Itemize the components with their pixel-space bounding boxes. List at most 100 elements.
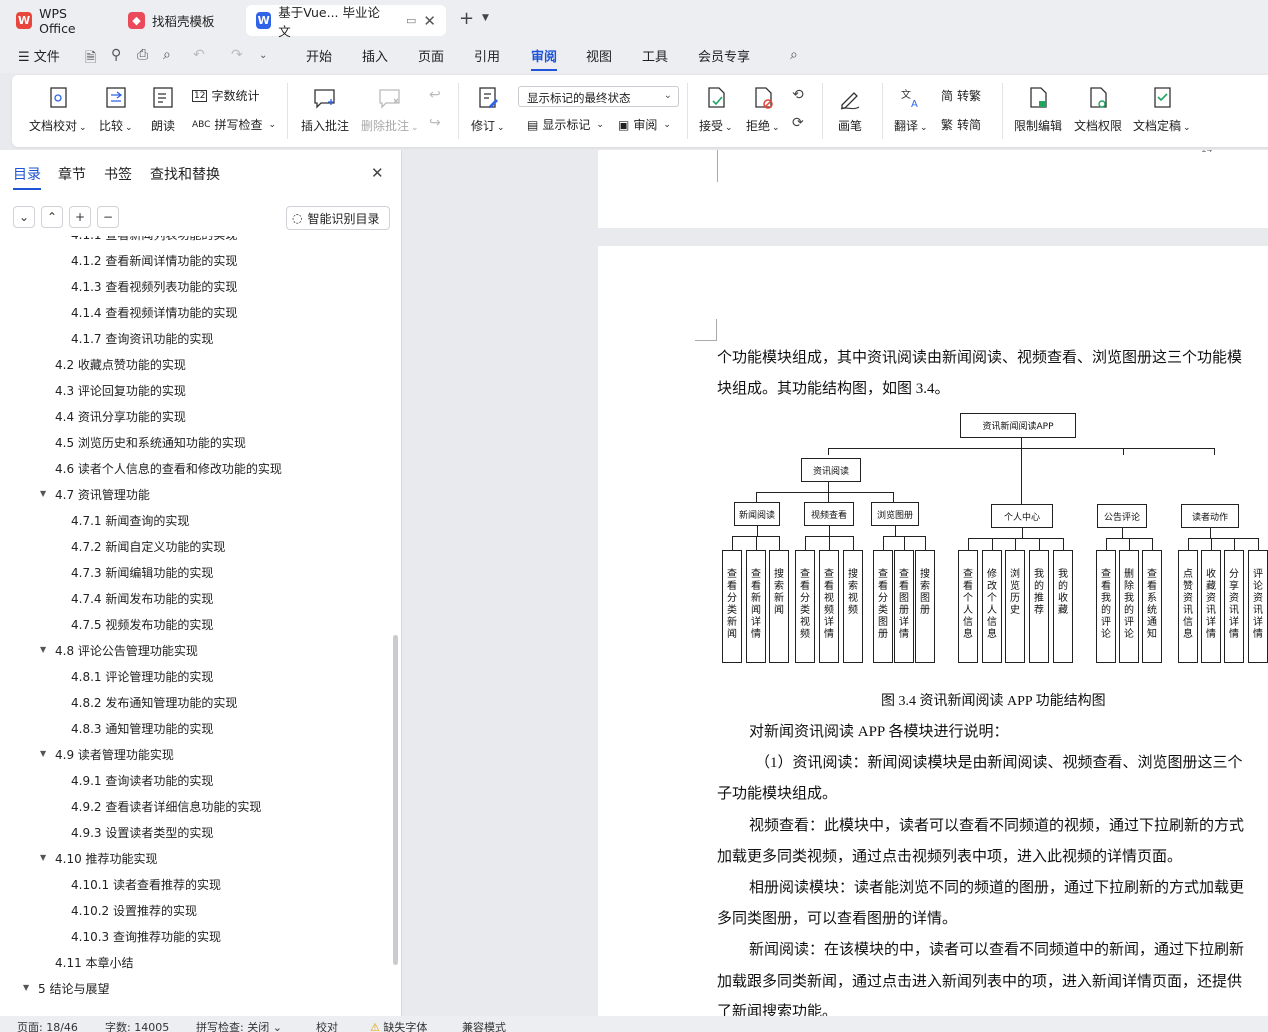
- expand-triangle-icon[interactable]: ▼: [23, 983, 29, 992]
- next-change-icon[interactable]: ⟳: [792, 115, 804, 131]
- toc-item[interactable]: 4.7.5 视频发布功能的实现: [71, 616, 213, 633]
- menu-review[interactable]: 审阅: [531, 46, 558, 71]
- expand-triangle-icon[interactable]: ▼: [40, 853, 46, 862]
- add-heading-button[interactable]: +: [69, 206, 91, 228]
- restrict-edit-button[interactable]: 限制编辑: [1014, 85, 1062, 134]
- toc-item[interactable]: 4.4 资讯分享功能的实现: [55, 408, 186, 425]
- menu-insert[interactable]: 插入: [362, 46, 388, 65]
- toc-item[interactable]: 4.8.3 通知管理功能的实现: [71, 720, 213, 737]
- menu-tools[interactable]: 工具: [642, 46, 668, 65]
- tab-find-replace[interactable]: 查找和替换: [150, 164, 220, 184]
- toc-item[interactable]: 4.8.1 评论管理功能的实现: [71, 668, 213, 685]
- toc-item[interactable]: 4.7.2 新闻自定义功能的实现: [71, 538, 225, 555]
- smart-toc-button[interactable]: ◌ 智能识别目录: [286, 206, 390, 230]
- toc-item[interactable]: 4.11 本章小结: [55, 954, 134, 971]
- show-markup-button[interactable]: ▤ 显示标记 ⌄: [527, 116, 604, 133]
- pen-button[interactable]: 画笔: [837, 85, 863, 134]
- paragraph-line: 加载跟多同类新闻，通过点击进入新闻列表中的项，进入新闻详情页面，还提供: [717, 974, 1243, 990]
- toc-item[interactable]: 4.1.3 查看视频列表功能的实现: [71, 278, 237, 295]
- file-menu[interactable]: ☰ 文件: [18, 46, 60, 65]
- tab-wps-office[interactable]: W WPS Office: [6, 5, 114, 36]
- next-comment-icon[interactable]: ↪: [429, 115, 441, 131]
- share-icon[interactable]: ⚲: [111, 47, 121, 63]
- accept-button[interactable]: 接受 ⌄: [699, 85, 733, 134]
- remove-heading-button[interactable]: −: [97, 206, 119, 228]
- tab-sections[interactable]: 章节: [58, 164, 86, 184]
- search-icon[interactable]: ⌕: [790, 47, 798, 63]
- toc-item[interactable]: 4.10.1 读者查看推荐的实现: [71, 876, 221, 893]
- chevron-down-icon[interactable]: ▼: [482, 13, 489, 23]
- insert-comment-button[interactable]: 插入批注: [301, 85, 349, 134]
- toc-item[interactable]: 4.7.4 新闻发布功能的实现: [71, 590, 213, 607]
- new-tab-icon[interactable]: +: [459, 8, 474, 29]
- redo-icon[interactable]: ↷: [231, 47, 243, 63]
- toc-item[interactable]: 4.10 推荐功能实现: [55, 850, 158, 867]
- spell-check-button[interactable]: ABC 拼写检查 ⌄: [192, 116, 276, 133]
- tab-toc[interactable]: 目录: [13, 164, 41, 190]
- toc-item[interactable]: 4.5 浏览历史和系统通知功能的实现: [55, 434, 246, 451]
- toc-item[interactable]: 4.1.1 查看新闻列表功能的实现: [71, 236, 237, 243]
- toc-item[interactable]: 5 结论与展望: [38, 980, 109, 997]
- review-pane-button[interactable]: ▣ 审阅 ⌄: [618, 116, 671, 133]
- tab-bookmarks[interactable]: 书签: [104, 164, 132, 184]
- toc-item[interactable]: 4.10.2 设置推荐的实现: [71, 902, 197, 919]
- toc-item[interactable]: 4.7 资讯管理功能: [55, 486, 150, 503]
- doc-permission-button[interactable]: 文档权限: [1074, 85, 1122, 134]
- toc-item[interactable]: 4.1.4 查看视频详情功能的实现: [71, 304, 237, 321]
- collapse-button[interactable]: ⌄: [13, 206, 35, 228]
- toc-item[interactable]: 4.8.2 发布通知管理功能的实现: [71, 694, 237, 711]
- toc-item[interactable]: 4.9.3 设置读者类型的实现: [71, 824, 213, 841]
- markup-state-select[interactable]: 显示标记的最终状态 ⌄: [518, 86, 679, 107]
- tab-template[interactable]: ◆ 找稻壳模板: [118, 5, 242, 36]
- expand-triangle-icon[interactable]: ▼: [40, 749, 46, 758]
- expand-triangle-icon[interactable]: ▼: [40, 645, 46, 654]
- toc-item[interactable]: 4.9 读者管理功能实现: [55, 746, 174, 763]
- previous-change-icon[interactable]: ⟲: [792, 87, 804, 103]
- previous-comment-icon[interactable]: ↩: [429, 87, 441, 103]
- missing-font-status[interactable]: ⚠ 缺失字体: [370, 1019, 427, 1032]
- reject-button[interactable]: 拒绝 ⌄: [746, 85, 780, 134]
- print-icon[interactable]: ⎙: [137, 47, 148, 63]
- compare-button[interactable]: 比较 ⌄: [99, 85, 133, 134]
- toc-item[interactable]: 4.1.7 查询资讯功能的实现: [71, 330, 213, 347]
- word-count-status[interactable]: 字数: 14005: [105, 1019, 169, 1032]
- undo-icon[interactable]: ↶: [193, 47, 205, 63]
- menu-view[interactable]: 视图: [586, 46, 612, 65]
- read-aloud-button[interactable]: 朗读: [150, 85, 176, 134]
- toc-item[interactable]: 4.9.2 查看读者详细信息功能的实现: [71, 798, 261, 815]
- page-indicator[interactable]: 页面: 18/46: [17, 1019, 78, 1032]
- menu-page[interactable]: 页面: [418, 46, 444, 65]
- finalize-button[interactable]: 文档定稿 ⌄: [1133, 85, 1191, 134]
- chevron-down-icon[interactable]: ⌄: [259, 50, 267, 61]
- menu-home[interactable]: 开始: [306, 46, 332, 65]
- translate-button[interactable]: 文A 翻译 ⌄: [894, 85, 928, 134]
- toc-item[interactable]: 4.3 评论回复功能的实现: [55, 382, 186, 399]
- sidebar-scrollbar[interactable]: [393, 635, 398, 965]
- print-preview-icon[interactable]: ⌕: [163, 47, 171, 63]
- window-restore-icon[interactable]: ▭: [406, 14, 416, 27]
- close-icon[interactable]: ✕: [371, 164, 384, 182]
- expand-triangle-icon[interactable]: ▼: [40, 489, 46, 498]
- tab-document[interactable]: W 基于Vue... 毕业论文 ▭ ✕: [246, 5, 446, 39]
- close-tab-icon[interactable]: ✕: [423, 12, 436, 30]
- toc-item[interactable]: 4.7.1 新闻查询的实现: [71, 512, 189, 529]
- toc-item[interactable]: 4.8 评论公告管理功能实现: [55, 642, 198, 659]
- track-changes-button[interactable]: 修订 ⌄: [471, 85, 505, 134]
- toc-item[interactable]: 4.1.2 查看新闻详情功能的实现: [71, 252, 237, 269]
- toc-item[interactable]: 4.9.1 查询读者功能的实现: [71, 772, 213, 789]
- word-count-button[interactable]: 12 字数统计: [192, 87, 259, 104]
- to-simplified-button[interactable]: 繁 转简: [941, 116, 981, 133]
- toc-item[interactable]: 4.7.3 新闻编辑功能的实现: [71, 564, 213, 581]
- expand-button[interactable]: ⌃: [41, 206, 63, 228]
- proofread-button[interactable]: 文档校对 ⌄: [29, 85, 87, 134]
- toc-item[interactable]: 4.10.3 查询推荐功能的实现: [71, 928, 221, 945]
- proofread-status[interactable]: 校对: [316, 1019, 338, 1032]
- toc-item[interactable]: 4.6 读者个人信息的查看和修改功能的实现: [55, 460, 282, 477]
- spell-check-status[interactable]: 拼写检查: 关闭 ⌄: [196, 1019, 282, 1032]
- save-icon[interactable]: 🗎: [85, 47, 96, 71]
- toc-item[interactable]: 4.2 收藏点赞功能的实现: [55, 356, 186, 373]
- menu-vip[interactable]: 会员专享: [698, 46, 750, 65]
- delete-comment-button[interactable]: 删除批注 ⌄: [361, 85, 419, 134]
- to-traditional-button[interactable]: 简 转繁: [941, 87, 981, 104]
- menu-reference[interactable]: 引用: [474, 46, 500, 65]
